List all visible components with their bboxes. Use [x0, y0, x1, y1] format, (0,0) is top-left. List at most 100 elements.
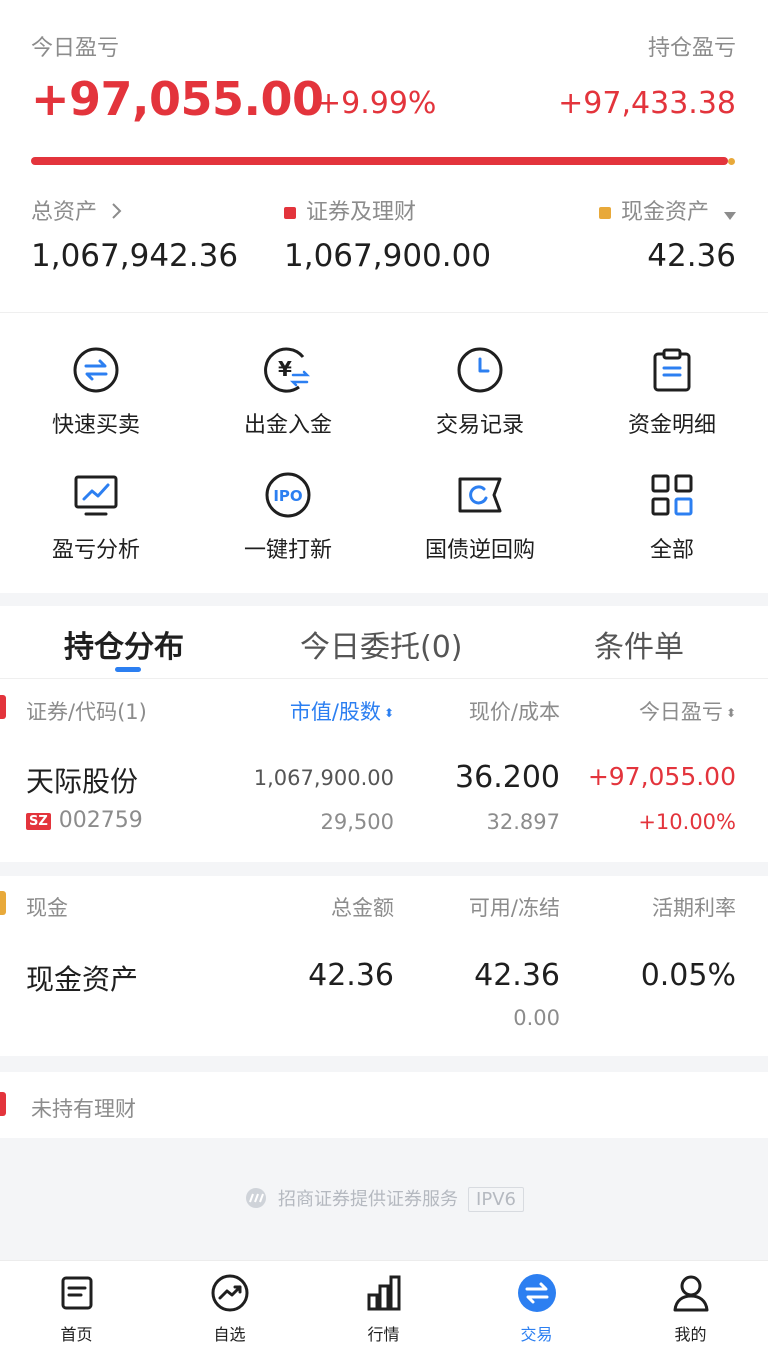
tab-active-indicator [115, 667, 141, 672]
section-gap [0, 1056, 768, 1072]
shortcut-pnl-analysis[interactable]: 盈亏分析 [0, 470, 192, 564]
securities-ratio-fill [31, 157, 728, 165]
securities-value: 1,067,900.00 [284, 238, 492, 274]
divider [0, 312, 768, 313]
cash-rate: 0.05% [640, 958, 736, 993]
quick-trade-icon [71, 345, 121, 395]
watchlist-icon [210, 1273, 250, 1313]
hold-pnl-value: +97,433.38 [558, 86, 736, 121]
market-icon [364, 1273, 404, 1313]
profile-icon [671, 1273, 711, 1313]
row-pnl-pct: +10.00% [638, 810, 736, 834]
bottom-nav: 首页 自选 行情 交易 我的 [0, 1260, 768, 1363]
clock-icon [455, 345, 505, 395]
grid-icon [647, 470, 697, 520]
asset-ratio-bar [31, 157, 735, 165]
cost-price: 32.897 [486, 810, 560, 834]
total-assets-label: 总资产 [31, 200, 98, 225]
total-assets-link[interactable]: 总资产 [31, 194, 122, 226]
svg-text:¥: ¥ [278, 357, 292, 381]
header-available-frozen: 可用/冻结 [468, 896, 560, 920]
cash-row[interactable]: 现金资产 42.36 42.36 0.00 0.05% [0, 940, 768, 1040]
header-security: 证券/代码(1) [26, 700, 147, 724]
no-wealth-products-label: 未持有理财 [31, 1097, 136, 1121]
cash-legend[interactable]: 现金资产 [598, 194, 736, 226]
header-today-pnl-label: 今日盈亏 [638, 700, 723, 724]
shortcut-label: 国债逆回购 [424, 538, 535, 563]
today-pnl-value: +97,055.00 [31, 72, 324, 126]
header-market-value[interactable]: 市值/股数 ⬍ [290, 696, 394, 726]
securities-legend-swatch [284, 207, 296, 219]
svg-text:IPO: IPO [273, 487, 302, 505]
nav-label: 自选 [213, 1325, 246, 1344]
securities-section-marker [0, 695, 6, 719]
table-row[interactable]: 天际股份 SZ 002759 1,067,900.00 29,500 36.200… [0, 740, 768, 852]
cash-ratio-dot [728, 157, 735, 165]
securities-legend: 证券及理财 [284, 194, 416, 226]
nav-trade[interactable]: 交易 [460, 1273, 613, 1345]
tab-conditional-orders[interactable]: 条件单 [594, 622, 684, 666]
cash-value: 42.36 [647, 238, 736, 274]
securities-label: 证券及理财 [306, 200, 417, 225]
header-rate: 活期利率 [652, 896, 736, 920]
shortcut-label: 盈亏分析 [51, 538, 140, 563]
nav-label: 交易 [520, 1325, 553, 1344]
footer-note-text: 招商证券提供证券服务 [278, 1189, 459, 1210]
cash-total: 42.36 [308, 958, 394, 993]
hold-pnl-label: 持仓盈亏 [647, 36, 736, 61]
home-icon [57, 1273, 97, 1313]
today-pnl-pct: +9.99% [316, 86, 437, 121]
header-market-value-label: 市值/股数 [289, 700, 381, 724]
ipo-icon: IPO [263, 470, 313, 520]
shortcut-fund-details[interactable]: 资金明细 [576, 345, 768, 439]
transfer-funds-icon: ¥ [263, 345, 313, 395]
divider [0, 678, 768, 679]
nav-label: 行情 [367, 1325, 400, 1344]
shortcut-label: 交易记录 [435, 413, 524, 438]
tab-holdings[interactable]: 持仓分布 [64, 622, 184, 666]
section-gap [0, 593, 768, 606]
row-pnl-value: +97,055.00 [587, 762, 736, 791]
broker-logo-icon [244, 1187, 268, 1214]
shortcut-label: 一键打新 [243, 538, 332, 563]
header-total: 总金额 [331, 896, 394, 920]
cash-frozen: 0.00 [513, 1006, 560, 1030]
cash-section-marker [0, 891, 6, 915]
shortcut-quick-trade[interactable]: 快速买卖 [0, 345, 192, 439]
market-value: 1,067,900.00 [253, 766, 394, 790]
today-pnl-label: 今日盈亏 [31, 36, 120, 61]
shortcut-bond-repo[interactable]: 国债逆回购 [384, 470, 576, 564]
nav-label: 首页 [60, 1325, 93, 1344]
header-today-pnl[interactable]: 今日盈亏 ⬍ [639, 696, 736, 726]
cash-legend-swatch [598, 207, 611, 219]
shortcut-label: 快速买卖 [51, 413, 140, 438]
cash-available: 42.36 [474, 958, 560, 993]
nav-market[interactable]: 行情 [307, 1273, 460, 1345]
nav-home[interactable]: 首页 [0, 1273, 153, 1345]
footer-note: 招商证券提供证券服务 IPV6 [0, 1185, 768, 1214]
tab-today-orders[interactable]: 今日委托(0) [300, 622, 463, 666]
stock-name: 天际股份 [26, 765, 139, 798]
shortcut-all[interactable]: 全部 [576, 470, 768, 564]
nav-watchlist[interactable]: 自选 [153, 1273, 306, 1345]
market-badge: SZ [26, 812, 51, 830]
shortcut-label: 出金入金 [243, 413, 332, 438]
shortcut-ipo[interactable]: IPO 一键打新 [192, 470, 384, 564]
sort-icon: ⬍ [383, 706, 394, 720]
nav-profile[interactable]: 我的 [614, 1273, 767, 1345]
shortcut-trade-records[interactable]: 交易记录 [384, 345, 576, 439]
current-price: 36.200 [455, 760, 560, 795]
bond-repo-icon [455, 470, 505, 520]
clipboard-icon [647, 345, 697, 395]
shortcut-label: 资金明细 [627, 413, 716, 438]
sort-icon: ⬍ [725, 706, 736, 720]
share-count: 29,500 [320, 810, 394, 834]
section-gap [0, 862, 768, 876]
chevron-right-icon [110, 201, 122, 226]
shortcut-transfer[interactable]: ¥ 出金入金 [192, 345, 384, 439]
shortcut-label: 全部 [649, 538, 694, 563]
stock-code-text: 002759 [58, 808, 143, 833]
header-price-cost: 现价/成本 [468, 700, 560, 724]
cash-row-name: 现金资产 [26, 963, 139, 996]
chart-monitor-icon [71, 470, 121, 520]
